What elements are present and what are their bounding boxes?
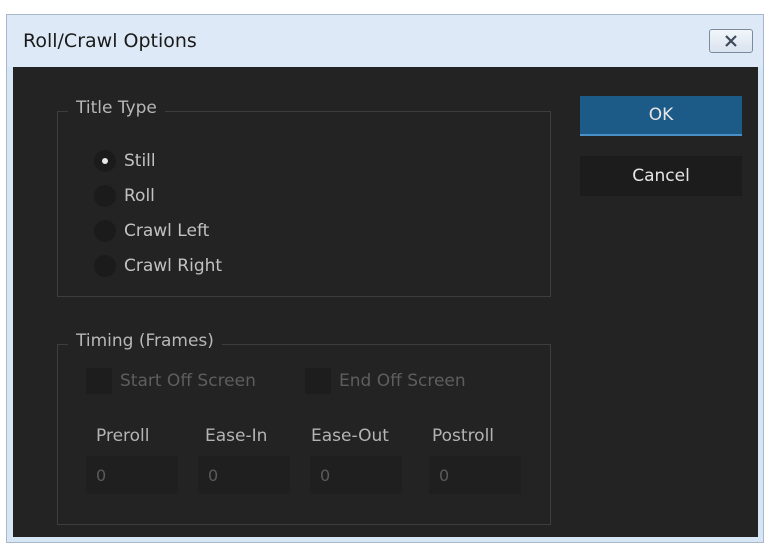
title-type-legend: Title Type <box>68 98 165 118</box>
start-off-screen-checkbox[interactable]: Start Off Screen <box>86 367 256 395</box>
radio-crawl-right[interactable]: Crawl Right <box>94 253 222 279</box>
title-type-group: Title Type Still Roll Crawl Left Crawl R… <box>57 98 551 297</box>
radio-roll-button[interactable] <box>94 185 116 207</box>
ease-out-input[interactable] <box>310 456 402 494</box>
end-off-screen-checkbox[interactable]: End Off Screen <box>305 367 466 395</box>
ease-in-label: Ease-In <box>205 426 268 446</box>
dialog-title: Roll/Crawl Options <box>23 30 197 52</box>
roll-crawl-options-dialog: Roll/Crawl Options Title Type Still Roll… <box>6 14 764 543</box>
end-off-screen-box[interactable] <box>305 368 331 394</box>
radio-crawl-left-label: Crawl Left <box>124 221 210 241</box>
radio-crawl-right-label: Crawl Right <box>124 256 223 276</box>
timing-legend: Timing (Frames) <box>68 331 222 351</box>
title-bar[interactable]: Roll/Crawl Options <box>7 15 763 67</box>
cancel-button[interactable]: Cancel <box>580 156 742 196</box>
ease-out-label: Ease-Out <box>311 426 389 446</box>
radio-crawl-left[interactable]: Crawl Left <box>94 218 209 244</box>
radio-selected-dot <box>102 158 108 164</box>
start-off-screen-box[interactable] <box>86 368 112 394</box>
radio-still-label: Still <box>124 151 156 171</box>
radio-still[interactable]: Still <box>94 148 156 174</box>
ok-button[interactable]: OK <box>580 96 742 136</box>
timing-group: Timing (Frames) Start Off Screen End Off… <box>57 331 551 525</box>
radio-crawl-right-button[interactable] <box>94 255 116 277</box>
start-off-screen-label: Start Off Screen <box>120 371 256 391</box>
preroll-input[interactable] <box>86 456 178 494</box>
close-button[interactable] <box>709 29 753 53</box>
end-off-screen-label: End Off Screen <box>339 371 466 391</box>
radio-roll[interactable]: Roll <box>94 183 155 209</box>
radio-roll-label: Roll <box>124 186 155 206</box>
preroll-label: Preroll <box>96 426 150 446</box>
radio-still-button[interactable] <box>94 150 116 172</box>
ease-in-input[interactable] <box>198 456 290 494</box>
postroll-label: Postroll <box>432 426 495 446</box>
postroll-input[interactable] <box>429 456 521 494</box>
close-icon <box>725 35 737 47</box>
radio-crawl-left-button[interactable] <box>94 220 116 242</box>
dialog-body: Title Type Still Roll Crawl Left Crawl R… <box>13 67 758 537</box>
